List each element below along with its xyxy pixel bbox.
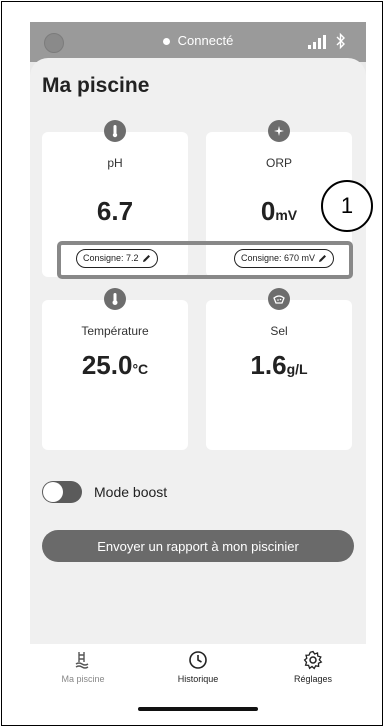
salt-value-number: 1.6 — [250, 350, 287, 380]
toggle-knob — [43, 482, 63, 502]
send-report-label: Envoyer un rapport à mon piscinier — [97, 538, 299, 554]
salt-card[interactable]: Sel 1.6g/L — [206, 288, 352, 450]
tab-ma-piscine[interactable]: Ma piscine — [38, 650, 128, 684]
orp-value-number: 0 — [260, 196, 276, 226]
orp-unit: mV — [275, 207, 298, 223]
salt-label: Sel — [270, 324, 288, 338]
home-indicator — [138, 707, 258, 711]
ph-probe-icon — [104, 120, 126, 142]
signal-icon — [308, 35, 326, 49]
setpoint-highlight-box — [57, 241, 353, 279]
thermometer-icon — [104, 288, 126, 310]
tab-label-reglages: Réglages — [293, 674, 333, 684]
tab-label-ma-piscine: Ma piscine — [61, 674, 105, 684]
boost-label: Mode boost — [94, 484, 168, 500]
salt-value: 1.6g/L — [206, 350, 352, 381]
orp-label: ORP — [265, 156, 292, 170]
temperature-value: 25.0°C — [42, 350, 188, 381]
ph-label: pH — [107, 156, 123, 170]
tab-historique[interactable]: Historique — [153, 650, 243, 684]
salt-unit: g/L — [286, 361, 308, 377]
boost-toggle[interactable] — [42, 481, 82, 503]
callout-number: 1 — [340, 193, 354, 218]
temperature-card[interactable]: Température 25.0°C — [42, 288, 188, 450]
connection-label: Connecté — [177, 33, 234, 48]
page-title: Ma piscine — [42, 74, 150, 97]
salt-icon — [268, 288, 290, 310]
temperature-unit: °C — [132, 361, 149, 377]
ph-value-number: 6.7 — [96, 196, 134, 226]
status-bar: Connecté — [30, 22, 366, 62]
gear-icon — [303, 650, 323, 670]
orp-sparkle-icon — [268, 120, 290, 142]
pool-ladder-icon — [75, 652, 89, 669]
send-report-button[interactable]: Envoyer un rapport à mon piscinier — [42, 530, 354, 562]
connection-dot-icon — [162, 38, 170, 46]
bluetooth-icon — [336, 32, 345, 50]
phone-screen: Connecté Ma piscine pH 6.7 Consigne: 7.2… — [30, 22, 366, 718]
tab-label-historique: Historique — [177, 674, 219, 684]
tab-reglages[interactable]: Réglages — [268, 650, 358, 684]
ph-value: 6.7 — [42, 196, 188, 227]
temperature-value-number: 25.0 — [81, 350, 133, 380]
clock-icon — [189, 651, 207, 669]
callout-marker: 1 — [321, 180, 373, 232]
temperature-label: Température — [81, 324, 149, 338]
